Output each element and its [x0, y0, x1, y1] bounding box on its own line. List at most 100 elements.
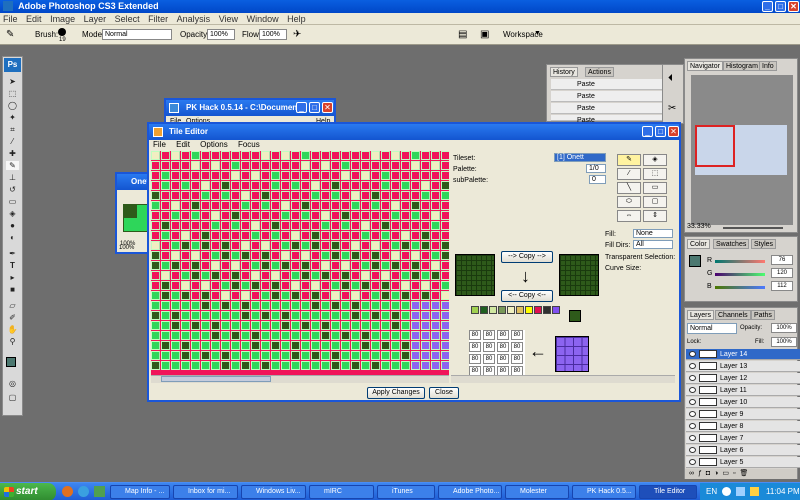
tileset-tile[interactable]	[321, 191, 330, 200]
quick-mask-icon[interactable]: ◎	[6, 379, 19, 388]
tileset-tile[interactable]	[271, 281, 280, 290]
tileset-tile[interactable]	[271, 181, 280, 190]
tileset-tile[interactable]	[281, 221, 290, 230]
tileset-tile[interactable]	[171, 311, 180, 320]
tileset-tile[interactable]	[271, 171, 280, 180]
tileset-tile[interactable]	[401, 201, 410, 210]
tileset-tile[interactable]	[241, 171, 250, 180]
tileset-tile[interactable]	[321, 211, 330, 220]
palette-swatch[interactable]	[552, 306, 560, 314]
tileset-tile[interactable]	[411, 221, 420, 230]
tileset-tile[interactable]	[331, 311, 340, 320]
tileset-tile[interactable]	[191, 181, 200, 190]
fx-icon[interactable]: ƒ	[698, 470, 706, 477]
tileset-tile[interactable]	[361, 281, 370, 290]
tileset-tile[interactable]	[191, 281, 200, 290]
tileset-tile[interactable]	[241, 191, 250, 200]
mode-select[interactable]: Normal	[102, 29, 172, 40]
tileset-tile[interactable]	[271, 271, 280, 280]
tileset-tile[interactable]	[351, 251, 360, 260]
tileset-tile[interactable]	[251, 161, 260, 170]
tileset-tile[interactable]	[321, 301, 330, 310]
tileset-tile[interactable]	[271, 301, 280, 310]
tileset-tile[interactable]	[281, 311, 290, 320]
tileset-tile[interactable]	[181, 211, 190, 220]
tileset-tile[interactable]	[331, 341, 340, 350]
tileset-tile[interactable]	[381, 341, 390, 350]
tileset-tile[interactable]	[301, 261, 310, 270]
quicklaunch-ie-icon[interactable]	[78, 486, 89, 497]
tileset-tile[interactable]	[221, 361, 230, 370]
tileset-tile[interactable]	[181, 361, 190, 370]
tileset-tile[interactable]	[421, 311, 430, 320]
tileset-tile[interactable]	[321, 341, 330, 350]
history-dock-icon[interactable]: ⏴	[668, 73, 673, 84]
tileset-tile[interactable]	[281, 271, 290, 280]
tileset-tile[interactable]	[351, 151, 360, 160]
tileset-tile[interactable]	[321, 201, 330, 210]
tileset-tile[interactable]	[411, 311, 420, 320]
pen-tool-icon[interactable]: ✒	[6, 249, 19, 258]
tile-number-cell[interactable]: 80	[511, 354, 523, 364]
tileset-tile[interactable]	[371, 291, 380, 300]
tileset-tile[interactable]	[291, 151, 300, 160]
tileset-tile[interactable]	[401, 261, 410, 270]
tileset-tile[interactable]	[151, 221, 160, 230]
path-select-icon[interactable]: ▸	[6, 273, 19, 282]
tileset-tile[interactable]	[441, 301, 449, 310]
tileset-tile[interactable]	[301, 271, 310, 280]
tileset-tile[interactable]	[401, 331, 410, 340]
tileset-tile[interactable]	[361, 271, 370, 280]
tab-info[interactable]: Info	[759, 61, 777, 71]
tileset-tile[interactable]	[261, 281, 270, 290]
close-dialog-button[interactable]: Close	[429, 387, 459, 399]
task-tile-editor[interactable]: Tile Editor	[639, 485, 697, 499]
tileset-tile[interactable]	[311, 281, 320, 290]
tileset-tile[interactable]	[151, 191, 160, 200]
tileset-tile[interactable]	[311, 321, 320, 330]
tileset-tile[interactable]	[281, 351, 290, 360]
tileset-tile[interactable]	[181, 261, 190, 270]
tileset-tile[interactable]	[241, 311, 250, 320]
visibility-eye-icon[interactable]	[689, 399, 696, 405]
tileset-tile[interactable]	[301, 231, 310, 240]
tileset-tile[interactable]	[191, 341, 200, 350]
tileset-tile[interactable]	[161, 161, 170, 170]
tileset-tile[interactable]	[231, 241, 240, 250]
copy-right-button[interactable]: --> Copy -->	[501, 251, 553, 263]
tileset-tile[interactable]	[161, 341, 170, 350]
tileset-tile[interactable]	[181, 151, 190, 160]
tileset-tile[interactable]	[411, 231, 420, 240]
tileset-tile[interactable]	[291, 331, 300, 340]
tileset-tile[interactable]	[281, 341, 290, 350]
tileset-tile[interactable]	[251, 321, 260, 330]
tileset-tile[interactable]	[251, 291, 260, 300]
tileset-tile[interactable]	[301, 181, 310, 190]
tileset-tile[interactable]	[171, 271, 180, 280]
tileset-tile[interactable]	[441, 351, 449, 360]
tileset-tile[interactable]	[171, 161, 180, 170]
tileset-tile[interactable]	[241, 271, 250, 280]
tab-actions[interactable]: Actions	[585, 67, 614, 77]
tileset-tile[interactable]	[211, 361, 220, 370]
tile-arrangement-preview[interactable]	[555, 336, 589, 372]
tileset-tile[interactable]	[441, 261, 449, 270]
tileset-tile[interactable]	[401, 231, 410, 240]
stamp-tool-icon[interactable]: ⊥	[6, 173, 19, 182]
tileset-tile[interactable]	[401, 281, 410, 290]
menu-window[interactable]: Window	[244, 13, 282, 25]
tileset-tile[interactable]	[341, 361, 350, 370]
tileset-tile[interactable]	[331, 321, 340, 330]
tileset-tile[interactable]	[161, 311, 170, 320]
task-map-info[interactable]: Map Info - ...	[110, 485, 170, 499]
tile-number-cell[interactable]: 80	[511, 330, 523, 340]
flow-field[interactable]: 100%	[259, 29, 287, 40]
tileset-tile[interactable]	[211, 291, 220, 300]
tileset-tile[interactable]	[351, 341, 360, 350]
tileset-tile[interactable]	[441, 191, 449, 200]
tileset-tile[interactable]	[201, 151, 210, 160]
tile-number-cell[interactable]: 80	[483, 354, 495, 364]
tileset-tile[interactable]	[421, 251, 430, 260]
tileset-tile[interactable]	[351, 351, 360, 360]
tileset-tile[interactable]	[371, 301, 380, 310]
